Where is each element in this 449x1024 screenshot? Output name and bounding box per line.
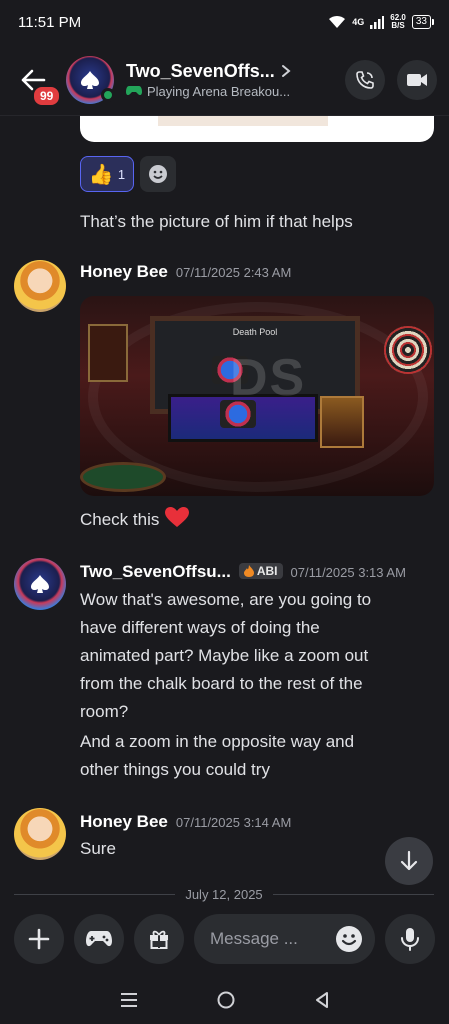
clan-tag[interactable]: ABI — [238, 563, 283, 579]
message-line: room? — [80, 702, 129, 721]
spade-logo-icon — [81, 70, 99, 89]
gamepad-icon — [126, 86, 142, 96]
message-line: And a zoom in the opposite way and — [80, 732, 355, 751]
reaction-count: 1 — [117, 166, 126, 182]
dartboard — [384, 326, 432, 374]
message-composer: Message ... — [0, 902, 449, 976]
message-header: Two_SevenOffsu... ABI 07/11/2025 3:13 AM — [80, 562, 406, 582]
recent-apps-icon[interactable] — [119, 991, 139, 1009]
speed-unit: B/S — [391, 21, 405, 30]
message-header: Honey Bee 07/11/2025 3:14 AM — [80, 812, 291, 832]
activity-status: Playing Arena Breakou... — [147, 83, 291, 99]
battery-indicator: 33 — [411, 15, 435, 29]
home-icon[interactable] — [216, 990, 236, 1010]
gift-button[interactable] — [134, 914, 184, 964]
jump-to-latest-button[interactable] — [385, 837, 433, 885]
message-text: Check this — [80, 506, 190, 534]
voice-call-button[interactable] — [345, 59, 385, 100]
status-bar: 11:51 PM 4G 62.0 B/S 33 — [0, 0, 449, 44]
emoji-icon[interactable] — [335, 925, 363, 953]
message-line: Wow that's awesome, are you going to — [80, 590, 372, 609]
phone-icon — [356, 70, 374, 89]
message-text: Sure — [80, 839, 116, 858]
message-list[interactable]: 👍 1 That’s the picture of him if that he… — [0, 116, 449, 902]
header-avatar[interactable] — [66, 55, 115, 104]
message-input-placeholder: Message ... — [210, 929, 298, 948]
image-watermark: DS — [230, 349, 307, 407]
reaction-thumbs-up[interactable]: 👍 1 — [80, 156, 134, 192]
message-timestamp: 07/11/2025 3:14 AM — [175, 815, 292, 830]
activities-button[interactable] — [74, 914, 124, 964]
attach-button[interactable] — [14, 914, 64, 964]
arrow-down-icon — [400, 850, 418, 871]
message-timestamp: 07/11/2025 3:13 AM — [290, 565, 406, 580]
gift-icon — [150, 930, 168, 949]
user-avatar[interactable] — [14, 260, 66, 312]
network-type: 4G — [352, 17, 365, 27]
spade-logo-icon — [31, 575, 49, 593]
system-nav-bar — [0, 976, 449, 1024]
author-name[interactable]: Honey Bee — [80, 812, 168, 832]
smiley-icon — [149, 165, 167, 183]
unread-badge: 99 — [32, 84, 62, 107]
author-name[interactable]: Honey Bee — [80, 262, 168, 282]
message-text: That’s the picture of him if that helps — [80, 212, 353, 231]
reaction-emoji: 👍 — [88, 163, 114, 186]
microphone-icon — [401, 928, 419, 951]
message-input[interactable]: Message ... — [194, 914, 375, 964]
status-icons: 4G 62.0 B/S 33 — [328, 14, 435, 30]
channel-header: 99 Two_SevenOffs... Playing Arena Breako… — [0, 44, 449, 116]
message-line: have different ways of doing the — [80, 618, 320, 637]
plus-icon — [28, 928, 50, 950]
user-avatar[interactable] — [14, 808, 66, 860]
divider-line — [272, 893, 434, 895]
add-reaction-button[interactable] — [140, 156, 176, 192]
board-title: Death Pool — [232, 327, 278, 337]
message-caption: Check this — [80, 510, 160, 529]
author-name[interactable]: Two_SevenOffsu... — [80, 562, 231, 582]
date-divider: July 12, 2025 — [14, 886, 434, 902]
back-button[interactable]: 99 — [20, 60, 62, 107]
divider-line — [14, 893, 176, 895]
flame-icon — [243, 565, 254, 577]
message-line: other things you could try — [80, 760, 270, 779]
voice-message-button[interactable] — [385, 914, 435, 964]
red-heart-icon — [165, 507, 190, 527]
neon-frame — [320, 396, 364, 448]
image-attachment[interactable]: Death Pool DS — [80, 296, 434, 496]
gamepad-icon — [86, 931, 112, 947]
chevron-right-icon — [281, 65, 291, 77]
video-camera-icon — [407, 73, 427, 86]
signal-icon — [370, 15, 385, 29]
message-header: Honey Bee 07/11/2025 2:43 AM — [80, 262, 291, 282]
video-call-button[interactable] — [397, 59, 437, 100]
previous-image-attachment[interactable] — [80, 116, 434, 142]
message-body: And a zoom in the opposite way and other… — [80, 728, 440, 784]
network-speed: 62.0 B/S — [390, 14, 406, 30]
header-title: Two_SevenOffs... — [126, 60, 275, 81]
header-info[interactable]: Two_SevenOffs... Playing Arena Breakou..… — [126, 61, 333, 99]
poker-table — [80, 462, 166, 492]
message-line: from the chalk board to the rest of the — [80, 674, 363, 693]
image-content — [158, 116, 328, 126]
online-status-dot — [101, 87, 115, 102]
message-body: Wow that's awesome, are you going to hav… — [80, 586, 440, 726]
back-triangle-icon[interactable] — [313, 990, 331, 1010]
reaction-bar: 👍 1 — [80, 156, 176, 192]
wifi-icon — [329, 15, 346, 28]
status-time: 11:51 PM — [18, 13, 82, 31]
user-avatar[interactable] — [14, 558, 66, 610]
date-divider-label: July 12, 2025 — [185, 886, 263, 902]
message-timestamp: 07/11/2025 2:43 AM — [175, 265, 292, 280]
message-line: animated part? Maybe like a zoom out — [80, 646, 369, 665]
clan-tag-label: ABI — [256, 564, 278, 578]
poster-frame — [88, 324, 128, 382]
